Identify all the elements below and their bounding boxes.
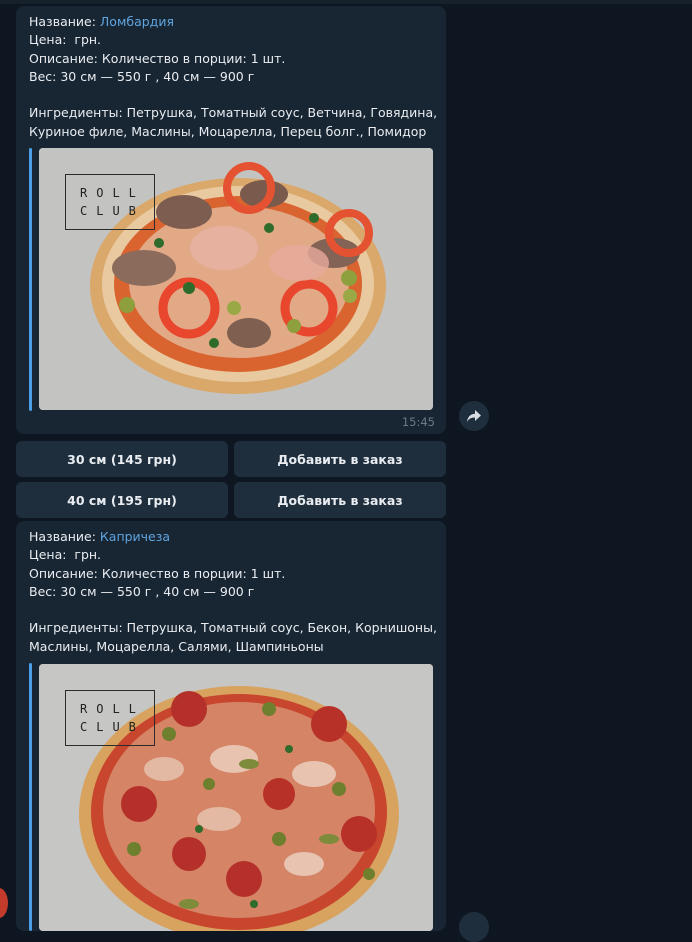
top-strip: [0, 0, 692, 4]
message-text: Название: Ломбардия Цена: грн. Описание:…: [29, 13, 439, 141]
add-to-order-40-button[interactable]: Добавить в заказ: [234, 482, 446, 518]
message-time: 15:45: [401, 415, 435, 429]
weight-line: Вес: 30 см — 550 г , 40 см — 900 г: [29, 68, 255, 84]
ingredients-line: Ингредиенты: Петрушка, Томатный соус, Бе…: [29, 620, 441, 654]
roll-club-logo: ROLL CLUB: [65, 174, 155, 230]
name-label: Название:: [29, 14, 100, 29]
ingredients-line: Ингредиенты: Петрушка, Томатный соус, Ве…: [29, 105, 442, 139]
name-value-link[interactable]: Капричеза: [100, 529, 170, 544]
share-arrow-icon: [467, 410, 481, 422]
weight-line: Вес: 30 см — 550 г , 40 см — 900 г: [29, 583, 255, 599]
link-preview-bar: [29, 148, 32, 411]
price-line: Цена: грн.: [29, 547, 102, 563]
logo-line-2: CLUB: [80, 720, 145, 734]
message-bubble-lombardia: Название: Ломбардия Цена: грн. Описание:…: [16, 6, 446, 434]
message-bubble-capricciosa: Название: Капричеза Цена: грн. Описание:…: [16, 521, 446, 931]
share-button-partial[interactable]: [459, 912, 489, 942]
logo-line-2: CLUB: [80, 204, 145, 218]
roll-club-logo: ROLL CLUB: [65, 690, 155, 746]
description-line: Описание: Количество в порции: 1 шт.: [29, 50, 286, 66]
size-30-button[interactable]: 30 см (145 грн): [16, 441, 228, 477]
link-preview-bar: [29, 663, 32, 931]
logo-line-1: ROLL: [80, 702, 145, 716]
logo-line-1: ROLL: [80, 186, 145, 200]
avatar: [0, 888, 8, 918]
description-line: Описание: Количество в порции: 1 шт.: [29, 565, 286, 581]
size-40-button[interactable]: 40 см (195 грн): [16, 482, 228, 518]
price-line: Цена: грн.: [29, 32, 102, 48]
share-button[interactable]: [459, 401, 489, 431]
message-text: Название: Капричеза Цена: грн. Описание:…: [29, 528, 439, 656]
add-to-order-30-button[interactable]: Добавить в заказ: [234, 441, 446, 477]
name-value-link[interactable]: Ломбардия: [100, 14, 174, 29]
name-label: Название:: [29, 529, 100, 544]
